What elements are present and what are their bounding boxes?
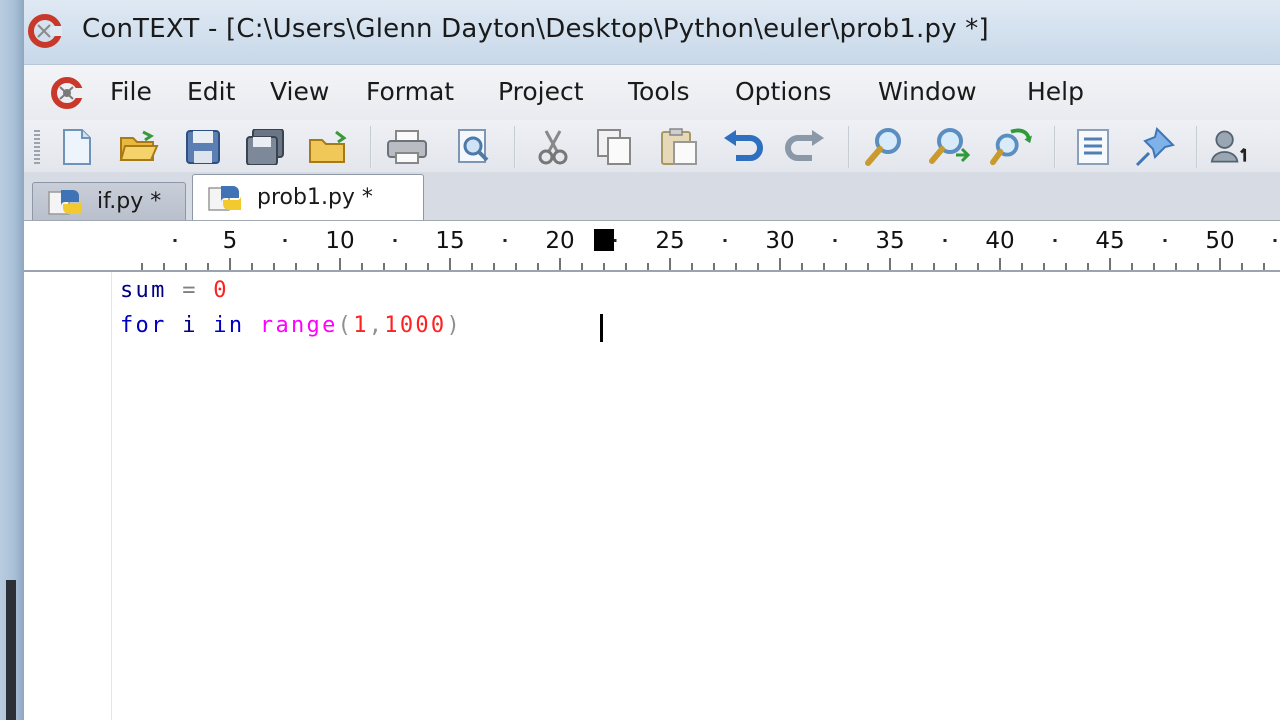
ruler-label: 30: [765, 228, 794, 254]
code-line-1: sum = 0: [120, 278, 229, 303]
app-menu-icon[interactable]: [48, 75, 88, 111]
print-preview-icon[interactable]: [452, 126, 494, 168]
ruler-dot: [1053, 239, 1057, 242]
ruler-dot: [393, 239, 397, 242]
open-folder-icon[interactable]: [118, 126, 160, 168]
token-operator: =: [182, 278, 198, 303]
tab-if-py-label: if.py *: [97, 189, 162, 214]
token-function: range: [259, 313, 338, 338]
ruler-dot: [283, 239, 287, 242]
token-variable: sum: [120, 278, 167, 303]
pin-icon[interactable]: [1134, 126, 1176, 168]
desktop-edge: [0, 0, 24, 720]
tab-prob1-py[interactable]: prob1.py *: [192, 174, 424, 220]
toolbar-grip[interactable]: [34, 130, 40, 164]
redo-icon[interactable]: [784, 126, 826, 168]
ruler-dot: [943, 239, 947, 242]
menu-project[interactable]: Project: [498, 77, 584, 106]
python-file-icon: [208, 185, 241, 211]
token-number: 0: [213, 278, 229, 303]
code-line-2: for i in range(1,1000): [120, 313, 462, 338]
save-icon[interactable]: [182, 126, 224, 168]
menu-bar: File Edit View Format Project Tools Opti…: [24, 64, 1280, 120]
open-project-icon[interactable]: [308, 126, 350, 168]
cut-icon[interactable]: [532, 126, 574, 168]
ruler-dot: [503, 239, 507, 242]
ruler-dot: [173, 239, 177, 242]
token-number: 1000: [384, 313, 447, 338]
undo-icon[interactable]: [722, 126, 764, 168]
ruler-label: 40: [985, 228, 1014, 254]
ruler-dot: [1163, 239, 1167, 242]
tab-if-py[interactable]: if.py *: [32, 182, 186, 220]
toolbar-separator: [848, 126, 850, 168]
menu-format[interactable]: Format: [366, 77, 454, 106]
tab-prob1-py-label: prob1.py *: [257, 185, 373, 210]
menu-view[interactable]: View: [270, 77, 329, 106]
ruler-label: 25: [655, 228, 684, 254]
replace-icon[interactable]: [990, 126, 1032, 168]
app-window: ConTEXT - [C:\Users\Glenn Dayton\Desktop…: [24, 0, 1280, 720]
menu-window[interactable]: Window: [878, 77, 977, 106]
toolbar-separator: [514, 126, 516, 168]
context-logo-icon: [28, 14, 62, 48]
ruler-label: 50: [1205, 228, 1234, 254]
user-icon[interactable]: [1210, 126, 1252, 168]
toolbar: [24, 120, 1280, 172]
code-editor[interactable]: sum = 0 for i in range(1,1000): [24, 272, 1280, 720]
token-paren: (: [337, 313, 354, 338]
find-next-icon[interactable]: [928, 126, 970, 168]
token-variable: i: [182, 313, 198, 338]
new-file-icon[interactable]: [56, 126, 98, 168]
ruler-label: 15: [435, 228, 464, 254]
ruler-dot: [723, 239, 727, 242]
menu-help[interactable]: Help: [1027, 77, 1084, 106]
print-icon[interactable]: [386, 126, 428, 168]
ruler-label: 5: [223, 228, 238, 254]
menu-tools[interactable]: Tools: [628, 77, 690, 106]
tab-bar: if.py * prob1.py *: [24, 172, 1280, 220]
menu-options[interactable]: Options: [735, 77, 831, 106]
toolbar-separator: [370, 126, 372, 168]
toolbar-separator: [1196, 126, 1198, 168]
python-file-icon: [48, 189, 81, 215]
ruler-scale: 5 10 15 20 25 30 35 40 45 50: [141, 228, 1277, 270]
paste-icon[interactable]: [658, 126, 700, 168]
ruler-label: 45: [1095, 228, 1124, 254]
copy-icon[interactable]: [594, 126, 636, 168]
token-number: 1: [353, 313, 369, 338]
toolbar-separator: [1054, 126, 1056, 168]
ruler-label: 10: [325, 228, 354, 254]
window-title: ConTEXT - [C:\Users\Glenn Dayton\Desktop…: [82, 14, 989, 44]
text-cursor: [600, 314, 603, 342]
menu-file[interactable]: File: [110, 77, 152, 106]
token-paren: ): [446, 313, 463, 338]
token-keyword: for: [120, 313, 167, 338]
line-gutter: [24, 272, 112, 720]
token-comma: ,: [368, 313, 385, 338]
token-keyword: in: [213, 313, 245, 338]
title-bar[interactable]: ConTEXT - [C:\Users\Glenn Dayton\Desktop…: [24, 0, 1280, 62]
ruler-dot: [833, 239, 837, 242]
ruler: 5 10 15 20 25 30 35 40 45 50: [24, 220, 1280, 272]
ruler-cursor-marker: [594, 229, 614, 251]
find-icon[interactable]: [864, 126, 906, 168]
ruler-label: 35: [875, 228, 904, 254]
ruler-dot: [1273, 239, 1277, 242]
save-all-icon[interactable]: [244, 126, 286, 168]
list-icon[interactable]: [1072, 126, 1114, 168]
menu-edit[interactable]: Edit: [187, 77, 235, 106]
ruler-label: 20: [545, 228, 574, 254]
